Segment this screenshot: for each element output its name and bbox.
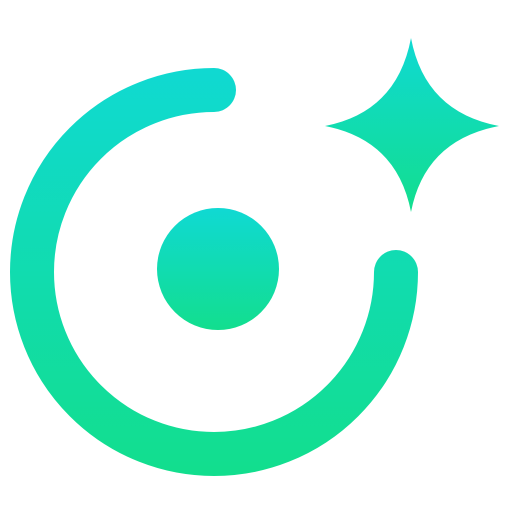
center-dot-icon bbox=[157, 208, 279, 330]
sparkle-star-icon bbox=[325, 38, 499, 212]
orbit-sparkle-logo bbox=[10, 38, 499, 476]
